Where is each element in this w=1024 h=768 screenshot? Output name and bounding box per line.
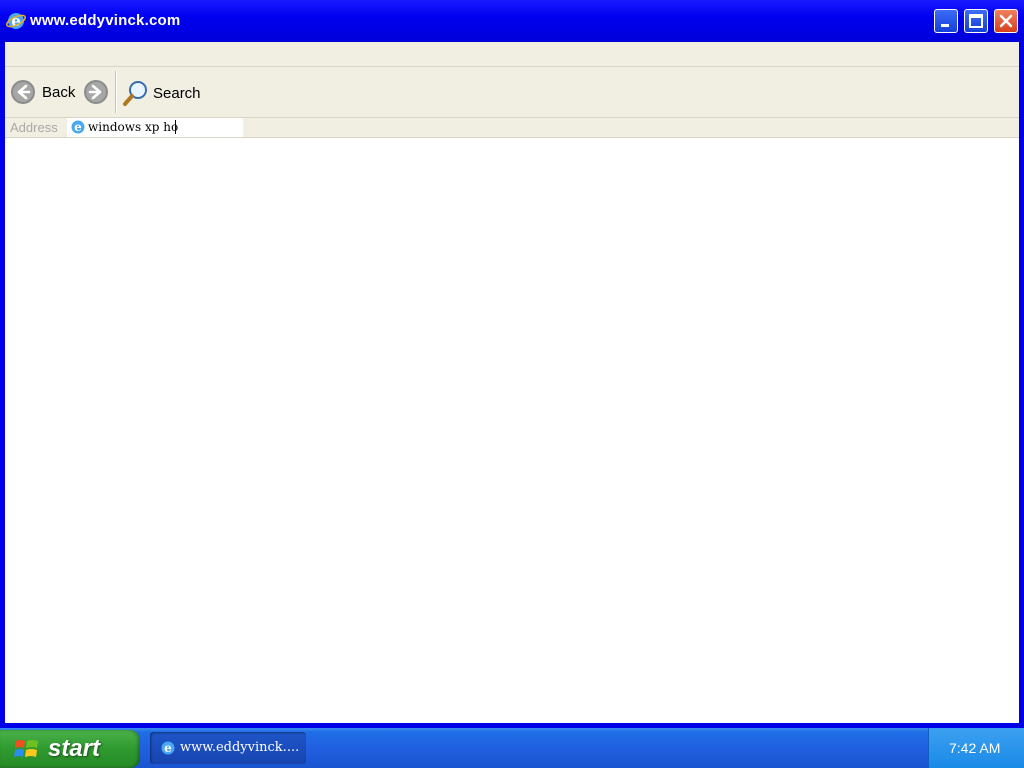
start-label: start bbox=[48, 735, 101, 762]
search-label: Search bbox=[153, 84, 201, 102]
windows-logo-icon bbox=[14, 740, 38, 757]
forward-button[interactable] bbox=[83, 79, 109, 105]
back-arrow-icon bbox=[11, 80, 35, 104]
ie-page-icon: e bbox=[71, 120, 85, 134]
svg-text:e: e bbox=[11, 12, 21, 30]
window-title: www.eddyvinck.com bbox=[30, 12, 181, 29]
toolbar-separator bbox=[115, 71, 116, 113]
ie-icon: e bbox=[161, 741, 175, 755]
address-input[interactable] bbox=[88, 119, 238, 135]
search-button[interactable]: Search bbox=[121, 79, 201, 107]
taskbar-item-label: www.eddyvinck.... bbox=[180, 740, 300, 755]
svg-text:e: e bbox=[164, 741, 172, 755]
clock[interactable]: 7:42 AM bbox=[949, 740, 1000, 756]
back-button[interactable]: Back bbox=[10, 79, 75, 105]
text-caret bbox=[175, 120, 176, 134]
start-button[interactable]: start bbox=[0, 730, 140, 768]
menu-bar bbox=[5, 42, 1019, 67]
toolbar: Back Search bbox=[5, 67, 1019, 118]
minimize-icon bbox=[941, 24, 949, 27]
address-bar: Address e bbox=[5, 118, 1019, 138]
forward-arrow-icon bbox=[84, 80, 108, 104]
search-icon bbox=[123, 81, 147, 106]
address-label: Address bbox=[10, 120, 58, 135]
svg-text:e: e bbox=[74, 120, 82, 134]
title-bar[interactable]: e www.eddyvinck.com bbox=[0, 0, 1024, 42]
address-field[interactable]: e bbox=[67, 118, 243, 137]
close-button[interactable] bbox=[994, 9, 1018, 33]
close-icon bbox=[999, 14, 1013, 28]
back-label: Back bbox=[42, 83, 76, 101]
minimize-button[interactable] bbox=[934, 9, 958, 33]
taskbar: start e www.eddyvinck.... 7:42 AM bbox=[0, 728, 1024, 768]
maximize-icon bbox=[969, 14, 983, 28]
ie-icon: e bbox=[6, 12, 26, 30]
browser-client: Back Search Address e windows xp ho bbox=[5, 42, 1019, 723]
system-tray: 7:42 AM bbox=[928, 728, 1024, 768]
taskbar-item-browser[interactable]: e www.eddyvinck.... bbox=[150, 732, 306, 764]
maximize-button[interactable] bbox=[964, 9, 988, 33]
page-content[interactable] bbox=[5, 138, 1019, 723]
browser-window: e www.eddyvinck.com Back Search Address … bbox=[0, 0, 1024, 728]
